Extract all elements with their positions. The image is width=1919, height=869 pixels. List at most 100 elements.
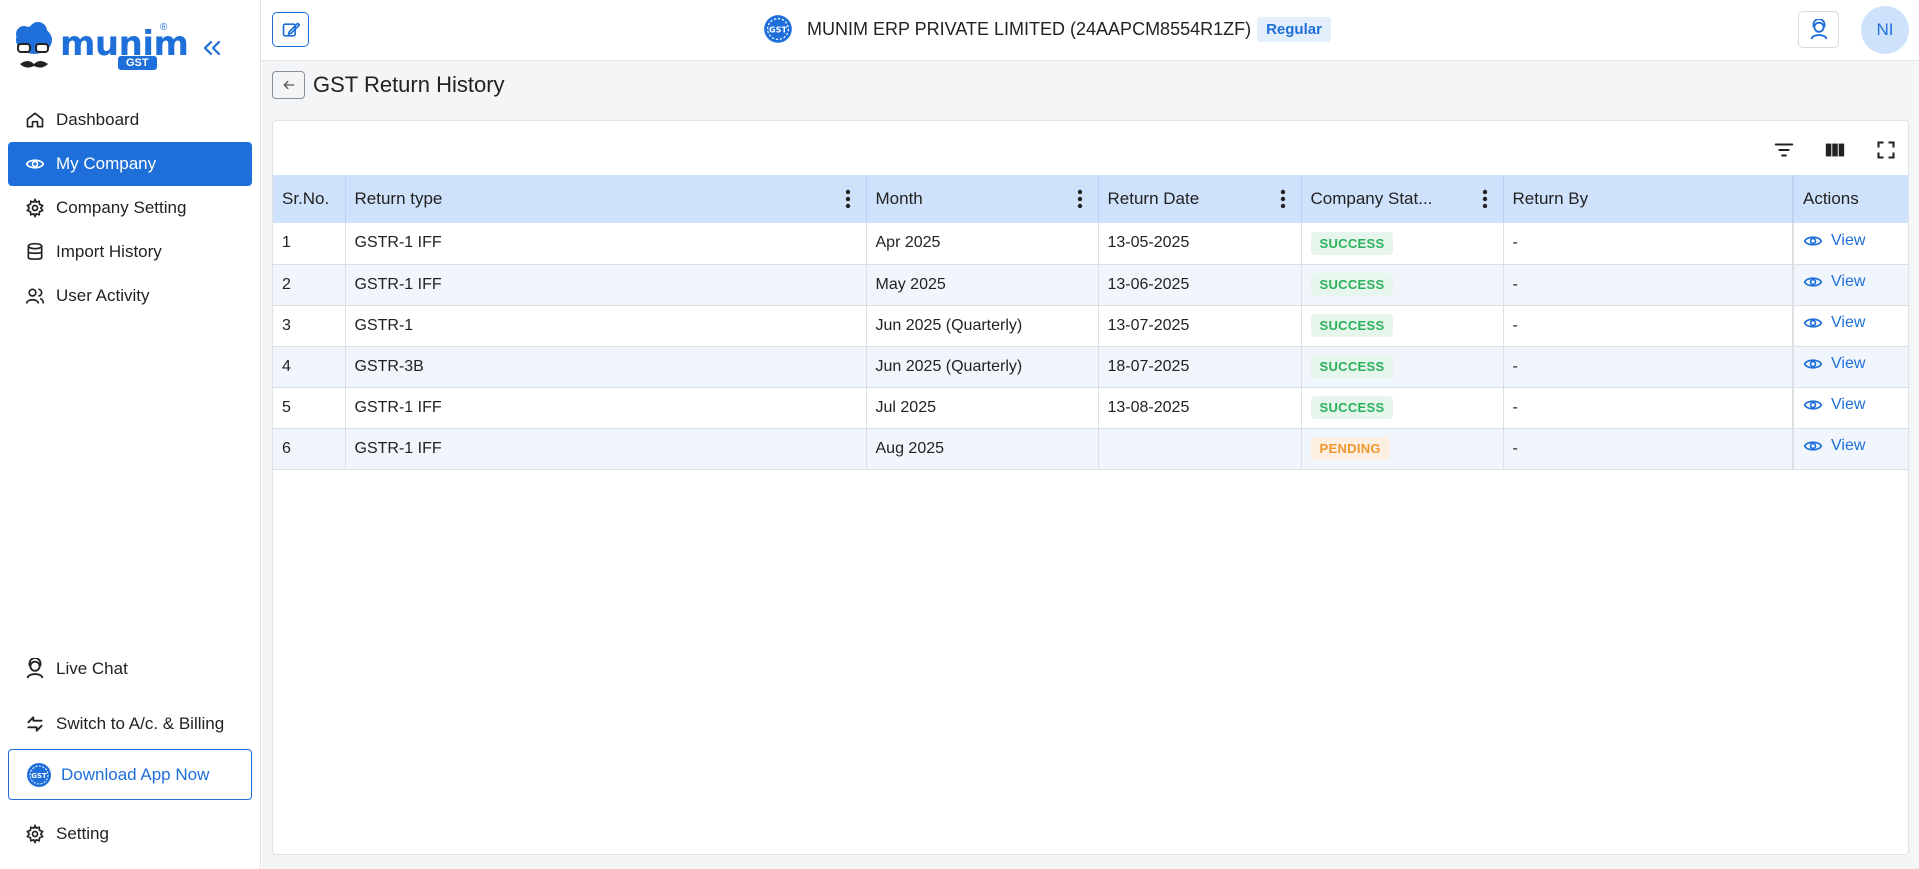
view-button[interactable]: View — [1803, 354, 1865, 374]
company-name: MUNIM ERP PRIVATE LIMITED (24AAPCM8554R1… — [807, 18, 1252, 39]
sidebar-item-label: Company Setting — [56, 198, 187, 217]
eye-icon — [1803, 272, 1823, 292]
return-history-card: Sr.No. Return type Month Return Date Com… — [272, 120, 1909, 855]
view-button[interactable]: View — [1803, 436, 1865, 456]
main-content: GST Return History Sr.No. Return type Mo… — [262, 61, 1919, 869]
cell-month: Aug 2025 — [866, 428, 1099, 470]
setting-link[interactable]: Setting — [8, 812, 252, 856]
live-chat-link[interactable]: Live Chat — [8, 647, 252, 691]
cell-sr-no: 4 — [273, 346, 346, 388]
column-menu-icon[interactable] — [1076, 189, 1084, 209]
support-button[interactable] — [1798, 11, 1839, 48]
column-menu-icon[interactable] — [1481, 189, 1489, 209]
sidebar-item-label: My Company — [56, 154, 157, 173]
gst-seal-icon: GST — [27, 762, 51, 787]
collapse-sidebar-button[interactable] — [200, 36, 224, 60]
switch-arrows-icon — [24, 713, 46, 735]
columns-icon — [1825, 143, 1845, 157]
top-header: GST MUNIM ERP PRIVATE LIMITED (24AAPCM85… — [261, 0, 1919, 61]
sidebar-item-user-activity[interactable]: User Activity — [8, 274, 252, 318]
columns-button[interactable] — [1821, 136, 1849, 164]
table-row[interactable]: 5 GSTR-1 IFF Jul 2025 13-08-2025 SUCCESS - Vie… — [273, 387, 1908, 429]
sidebar-item-my-company[interactable]: My Company — [8, 142, 252, 186]
view-button[interactable]: View — [1803, 395, 1865, 415]
cell-month: Jul 2025 — [866, 387, 1099, 429]
column-header-return-date[interactable]: Return Date — [1098, 175, 1302, 223]
table-row[interactable]: 3 GSTR-1 Jun 2025 (Quarterly) 13-07-2025 SUC… — [273, 305, 1908, 347]
munim-logo[interactable]: munim ® GST — [12, 22, 189, 74]
cell-return-type: GSTR-1 IFF — [345, 264, 867, 306]
column-menu-icon[interactable] — [844, 189, 852, 209]
company-selector[interactable]: GST MUNIM ERP PRIVATE LIMITED (24AAPCM85… — [763, 14, 1331, 44]
gear-icon — [24, 823, 46, 845]
column-header-label: Return type — [354, 189, 443, 208]
cell-company-status: SUCCESS — [1301, 223, 1504, 265]
table-body: 1 GSTR-1 IFF Apr 2025 13-05-2025 SUCCESS - Vie… — [273, 223, 1908, 470]
table-row[interactable]: 6 GSTR-1 IFF Aug 2025 PENDING - View — [273, 428, 1908, 470]
view-button[interactable]: View — [1803, 231, 1865, 251]
cell-sr-no: 5 — [273, 387, 346, 429]
cell-month: May 2025 — [866, 264, 1099, 306]
column-header-sr-no[interactable]: Sr.No. — [273, 175, 346, 223]
cell-return-by: - — [1503, 387, 1794, 429]
view-button[interactable]: View — [1803, 272, 1865, 292]
edit-document-icon — [282, 22, 300, 37]
download-app-label: Download App Now — [61, 764, 210, 784]
users-icon — [24, 285, 46, 307]
cell-return-date: 13-06-2025 — [1098, 264, 1302, 306]
cell-actions: View — [1792, 428, 1908, 470]
switch-billing-link[interactable]: Switch to A/c. & Billing — [8, 702, 252, 746]
fullscreen-button[interactable] — [1872, 136, 1900, 164]
table-row[interactable]: 1 GSTR-1 IFF Apr 2025 13-05-2025 SUCCESS - Vie… — [273, 223, 1908, 265]
cell-month: Apr 2025 — [866, 223, 1099, 265]
sidebar-item-company-setting[interactable]: Company Setting — [8, 186, 252, 230]
cell-return-type: GSTR-1 — [345, 305, 867, 347]
column-menu-icon[interactable] — [1279, 189, 1287, 209]
cell-sr-no: 1 — [273, 223, 346, 265]
table-row[interactable]: 4 GSTR-3B Jun 2025 (Quarterly) 18-07-2025 SU… — [273, 346, 1908, 388]
cell-return-by: - — [1503, 223, 1794, 265]
database-icon — [24, 241, 46, 263]
home-icon — [24, 109, 46, 131]
download-app-button[interactable]: GST Download App Now — [8, 749, 252, 800]
column-header-label: Sr.No. — [282, 189, 330, 208]
cell-return-type: GSTR-1 IFF — [345, 387, 867, 429]
column-header-label: Return Date — [1107, 189, 1200, 208]
cell-return-date: 13-08-2025 — [1098, 387, 1302, 429]
gear-icon — [24, 197, 46, 219]
quick-action-button[interactable] — [272, 12, 309, 47]
sidebar: munim ® GST Dashboard My Company Company… — [0, 0, 261, 869]
munim-mascot-icon — [16, 22, 52, 68]
seal-text: GST — [769, 25, 787, 34]
sidebar-item-label: Import History — [56, 242, 162, 261]
user-avatar[interactable]: NI — [1861, 6, 1909, 54]
status-badge: PENDING — [1310, 437, 1390, 460]
cell-actions: View — [1792, 346, 1908, 388]
live-chat-label: Live Chat — [56, 659, 128, 678]
sidebar-item-dashboard[interactable]: Dashboard — [8, 98, 252, 142]
cell-actions: View — [1792, 387, 1908, 429]
column-header-return-by[interactable]: Return By — [1503, 175, 1794, 223]
cell-return-date: 18-07-2025 — [1098, 346, 1302, 388]
eye-icon — [1803, 354, 1823, 374]
column-header-company-status[interactable]: Company Stat... — [1301, 175, 1504, 223]
sidebar-item-label: User Activity — [56, 286, 150, 305]
view-label: View — [1831, 231, 1866, 249]
column-header-label: Actions — [1803, 189, 1859, 208]
company-type-badge: Regular — [1257, 16, 1331, 42]
view-button[interactable]: View — [1803, 313, 1865, 333]
view-label: View — [1831, 396, 1866, 413]
table-row[interactable]: 2 GSTR-1 IFF May 2025 13-06-2025 SUCCESS - Vie… — [273, 264, 1908, 306]
cell-return-by: - — [1503, 428, 1794, 470]
column-header-month[interactable]: Month — [866, 175, 1099, 223]
sidebar-item-import-history[interactable]: Import History — [8, 230, 252, 274]
back-button[interactable] — [272, 71, 305, 99]
fullscreen-icon — [1877, 141, 1895, 159]
cell-return-date: 13-05-2025 — [1098, 223, 1302, 265]
filter-button[interactable] — [1770, 136, 1798, 164]
view-label: View — [1831, 273, 1866, 290]
eye-icon — [24, 153, 46, 175]
column-header-return-type[interactable]: Return type — [345, 175, 867, 223]
cell-return-type: GSTR-3B — [345, 346, 867, 388]
table-header-row: Sr.No. Return type Month Return Date Com… — [273, 175, 1908, 223]
